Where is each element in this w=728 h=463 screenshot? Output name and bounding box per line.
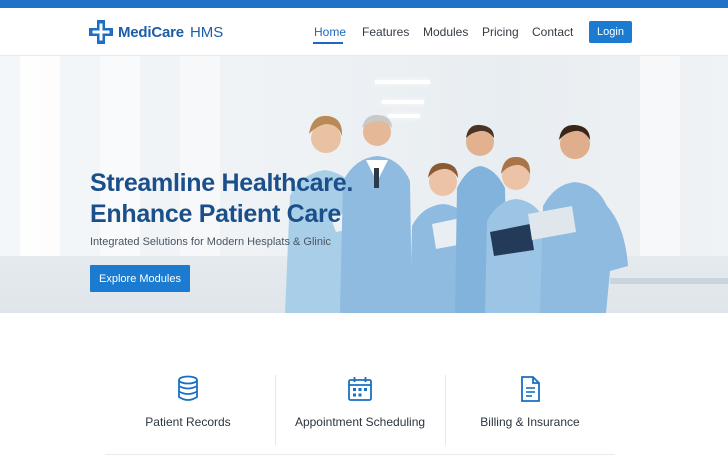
nav-features[interactable]: Features bbox=[362, 25, 409, 39]
hero-title: Streamline Healthcare. Enhance Patient C… bbox=[90, 168, 353, 230]
feature-label: Patient Records bbox=[145, 415, 231, 429]
nav-active-underline bbox=[313, 42, 343, 44]
site-header: MediCare HMS Home Features Modules Prici… bbox=[0, 8, 728, 56]
feature-billing-insurance[interactable]: Billing & Insurance bbox=[445, 375, 615, 455]
feature-appointment-scheduling[interactable]: Appointment Scheduling bbox=[275, 375, 445, 455]
hero-subtitle: Integrated Selutions for Modern Hesplats… bbox=[90, 236, 331, 248]
calendar-icon bbox=[348, 377, 372, 401]
hero-title-line-1: Streamline Healthcare. bbox=[90, 169, 353, 197]
feature-label: Appointment Scheduling bbox=[294, 415, 426, 429]
feature-label: Billing & Insurance bbox=[480, 415, 580, 429]
hero-title-line-2: Enhance Patient Care bbox=[90, 200, 342, 228]
section-divider bbox=[105, 454, 615, 455]
hero-banner: Streamline Healthcare. Enhance Patient C… bbox=[0, 56, 728, 313]
explore-modules-button[interactable]: Explore Modules bbox=[90, 265, 190, 292]
nav-home[interactable]: Home bbox=[314, 25, 346, 39]
login-button[interactable]: Login bbox=[589, 21, 632, 43]
nav-pricing[interactable]: Pricing bbox=[482, 25, 519, 39]
top-accent-bar bbox=[0, 0, 728, 8]
database-icon bbox=[178, 375, 198, 401]
nav-contact[interactable]: Contact bbox=[532, 25, 573, 39]
staff-member bbox=[528, 124, 628, 313]
feature-patient-records[interactable]: Patient Records bbox=[103, 375, 273, 455]
features-section: Patient Records Appointment Scheduling B… bbox=[0, 313, 728, 463]
document-icon bbox=[521, 376, 540, 402]
nav-modules[interactable]: Modules bbox=[423, 25, 468, 39]
